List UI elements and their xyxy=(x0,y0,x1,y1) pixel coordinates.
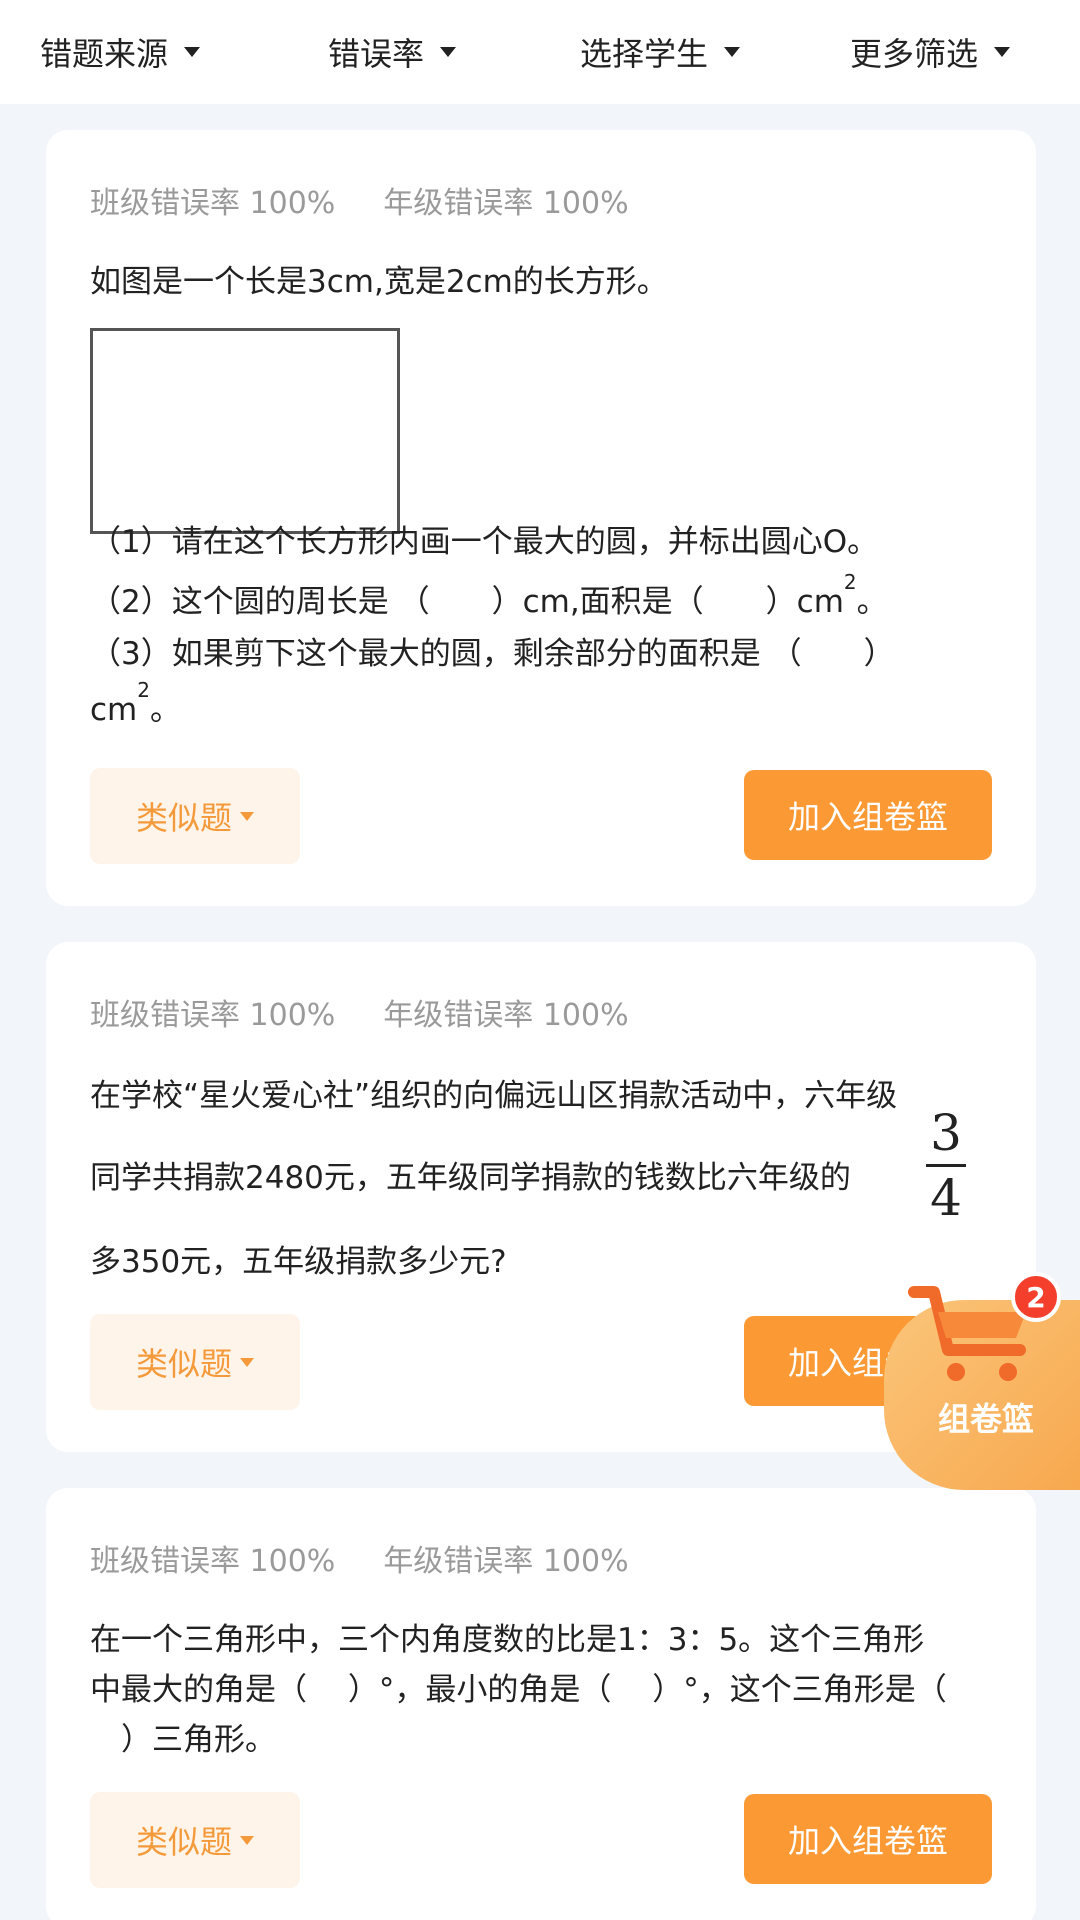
caret-down-icon xyxy=(440,47,457,57)
caret-down-icon xyxy=(240,1357,254,1367)
question-line-with-sup: cm2。 xyxy=(90,678,990,729)
question-line: 如图是一个长是3cm,宽是2cm的长方形。 xyxy=(90,264,668,300)
fraction: 3 4 xyxy=(924,1104,968,1227)
filter-error-rate[interactable]: 错误率 xyxy=(328,0,457,104)
basket-label: 组卷篮 xyxy=(938,1400,1035,1438)
question-line: 同学共捐款2480元，五年级同学捐款的钱数比六年级的 xyxy=(90,1160,851,1196)
caret-down-icon xyxy=(994,47,1011,57)
fraction-numerator: 3 xyxy=(930,1104,962,1162)
add-to-basket-button[interactable]: 加入组卷篮 xyxy=(744,770,992,860)
similar-label: 类似题 xyxy=(135,1345,232,1383)
superscript: 2 xyxy=(843,570,857,594)
question-card: 班级错误率 100% 年级错误率 100% 在一个三角形中，三个内角度数的比是1… xyxy=(46,1488,1036,1920)
add-to-basket-button[interactable]: 加入组卷篮 xyxy=(744,1794,992,1884)
basket-count-badge: 2 xyxy=(1011,1272,1061,1322)
question-line: （2）这个圆的周长是 （ ）cm,面积是（ ）cm xyxy=(90,584,844,620)
similar-questions-button[interactable]: 类似题 xyxy=(90,1792,300,1888)
grade-error-rate: 年级错误率 100% xyxy=(383,1544,629,1579)
filter-select-student[interactable]: 选择学生 xyxy=(580,0,741,104)
caret-down-icon xyxy=(184,47,201,57)
paper-basket-fab[interactable]: 2 组卷篮 xyxy=(884,1272,1080,1490)
class-error-rate: 班级错误率 100% xyxy=(90,998,336,1033)
question-line: 在学校“星火爱心社”组织的向偏远山区捐款活动中，六年级 xyxy=(90,1078,898,1114)
similar-label: 类似题 xyxy=(135,799,232,837)
similar-questions-button[interactable]: 类似题 xyxy=(90,768,300,864)
similar-questions-button[interactable]: 类似题 xyxy=(90,1314,300,1410)
filter-label: 选择学生 xyxy=(580,35,709,73)
question-line: 多350元，五年级捐款多少元? xyxy=(90,1244,507,1280)
filter-label: 错误率 xyxy=(328,35,425,73)
question-line: （1）请在这个长方形内画一个最大的圆，并标出圆心O。 xyxy=(90,524,879,560)
filter-error-source[interactable]: 错题来源 xyxy=(40,0,201,104)
filter-label: 更多筛选 xyxy=(850,35,979,73)
error-rates: 班级错误率 100% 年级错误率 100% xyxy=(90,990,629,1034)
error-rates: 班级错误率 100% 年级错误率 100% xyxy=(90,178,629,222)
punctuation: 。 xyxy=(856,584,888,620)
question-line: ）三角形。 xyxy=(90,1722,276,1758)
rectangle-figure xyxy=(90,328,400,534)
grade-error-rate: 年级错误率 100% xyxy=(383,998,629,1033)
question-line: 在一个三角形中，三个内角度数的比是1：3：5。这个三角形 xyxy=(90,1622,925,1658)
superscript: 2 xyxy=(137,678,150,702)
filter-label: 错题来源 xyxy=(40,35,169,73)
class-error-rate: 班级错误率 100% xyxy=(90,1544,336,1579)
filter-more[interactable]: 更多筛选 xyxy=(850,0,1011,104)
error-rates: 班级错误率 100% 年级错误率 100% xyxy=(90,1536,629,1580)
class-error-rate: 班级错误率 100% xyxy=(90,186,336,221)
fraction-bar xyxy=(926,1164,966,1167)
question-line: cm xyxy=(90,692,138,728)
caret-down-icon xyxy=(724,47,741,57)
question-card: 班级错误率 100% 年级错误率 100% 如图是一个长是3cm,宽是2cm的长… xyxy=(46,130,1036,906)
question-line: 中最大的角是（ ）°，最小的角是（ ）°，这个三角形是（ xyxy=(90,1672,947,1708)
grade-error-rate: 年级错误率 100% xyxy=(383,186,629,221)
similar-label: 类似题 xyxy=(135,1823,232,1861)
punctuation: 。 xyxy=(149,692,181,728)
caret-down-icon xyxy=(240,1835,254,1845)
question-line: （3）如果剪下这个最大的圆，剩余部分的面积是 （ ） xyxy=(90,636,895,672)
caret-down-icon xyxy=(240,811,254,821)
question-line-with-sup: （2）这个圆的周长是 （ ）cm,面积是（ ）cm2。 xyxy=(90,570,990,621)
filter-bar: 错题来源 错误率 选择学生 更多筛选 xyxy=(0,0,1080,104)
fraction-denominator: 4 xyxy=(930,1169,962,1227)
